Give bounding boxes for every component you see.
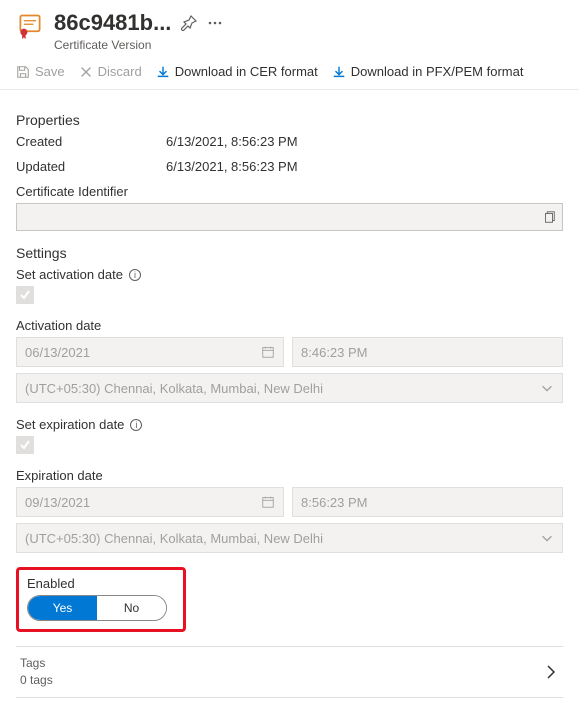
info-icon[interactable]: i (129, 269, 141, 281)
chevron-down-icon (540, 531, 554, 545)
enabled-highlight: Enabled Yes No (16, 567, 186, 632)
toolbar: Save Discard Download in CER format Down… (0, 58, 579, 90)
save-button: Save (16, 64, 65, 79)
cert-id-label: Certificate Identifier (16, 184, 563, 199)
expiration-date-input[interactable]: 09/13/2021 (16, 487, 284, 517)
calendar-icon (261, 345, 275, 359)
cert-id-field[interactable] (16, 203, 563, 231)
updated-row: Updated 6/13/2021, 8:56:23 PM (16, 159, 563, 174)
tags-count: 0 tags (20, 672, 53, 689)
chevron-down-icon (540, 381, 554, 395)
expiration-date-label: Expiration date (16, 468, 563, 483)
enabled-toggle[interactable]: Yes No (27, 595, 167, 621)
checkmark-icon (19, 439, 31, 451)
download-pfx-button[interactable]: Download in PFX/PEM format (332, 64, 524, 79)
activation-tz-select[interactable]: (UTC+05:30) Chennai, Kolkata, Mumbai, Ne… (16, 373, 563, 403)
activation-time-input[interactable]: 8:46:23 PM (292, 337, 563, 367)
set-activation-label: Set activation date i (16, 267, 563, 282)
created-value: 6/13/2021, 8:56:23 PM (166, 134, 298, 149)
certificate-icon (16, 12, 44, 40)
pin-icon[interactable] (181, 15, 197, 31)
copy-icon[interactable] (542, 210, 556, 224)
discard-label: Discard (98, 64, 142, 79)
properties-heading: Properties (16, 112, 563, 128)
activation-date-row: 06/13/2021 8:46:23 PM (16, 337, 563, 367)
activation-checkbox[interactable] (16, 286, 34, 304)
created-row: Created 6/13/2021, 8:56:23 PM (16, 134, 563, 149)
download-icon (332, 65, 346, 79)
download-pfx-label: Download in PFX/PEM format (351, 64, 524, 79)
download-cer-button[interactable]: Download in CER format (156, 64, 318, 79)
download-cer-label: Download in CER format (175, 64, 318, 79)
download-icon (156, 65, 170, 79)
page-subtitle: Certificate Version (54, 38, 563, 52)
set-expiration-label: Set expiration date i (16, 417, 563, 432)
info-icon[interactable]: i (130, 419, 142, 431)
discard-button: Discard (79, 64, 142, 79)
created-label: Created (16, 134, 166, 149)
tags-row[interactable]: Tags 0 tags (16, 646, 563, 698)
content: Properties Created 6/13/2021, 8:56:23 PM… (0, 90, 579, 718)
calendar-icon (261, 495, 275, 509)
page-title: 86c9481b... (54, 10, 171, 36)
tags-label: Tags (20, 655, 53, 672)
enabled-yes[interactable]: Yes (28, 596, 97, 620)
expiration-time-input[interactable]: 8:56:23 PM (292, 487, 563, 517)
chevron-right-icon (543, 664, 559, 680)
close-icon (79, 65, 93, 79)
updated-label: Updated (16, 159, 166, 174)
save-label: Save (35, 64, 65, 79)
enabled-no[interactable]: No (97, 596, 166, 620)
expiration-tz-select[interactable]: (UTC+05:30) Chennai, Kolkata, Mumbai, Ne… (16, 523, 563, 553)
expiration-date-row: 09/13/2021 8:56:23 PM (16, 487, 563, 517)
activation-date-label: Activation date (16, 318, 563, 333)
more-icon[interactable] (207, 15, 223, 31)
activation-date-input[interactable]: 06/13/2021 (16, 337, 284, 367)
updated-value: 6/13/2021, 8:56:23 PM (166, 159, 298, 174)
expiration-checkbox[interactable] (16, 436, 34, 454)
page-header: 86c9481b... Certificate Version (0, 0, 579, 58)
checkmark-icon (19, 289, 31, 301)
enabled-label: Enabled (27, 576, 175, 591)
settings-heading: Settings (16, 245, 563, 261)
save-icon (16, 65, 30, 79)
